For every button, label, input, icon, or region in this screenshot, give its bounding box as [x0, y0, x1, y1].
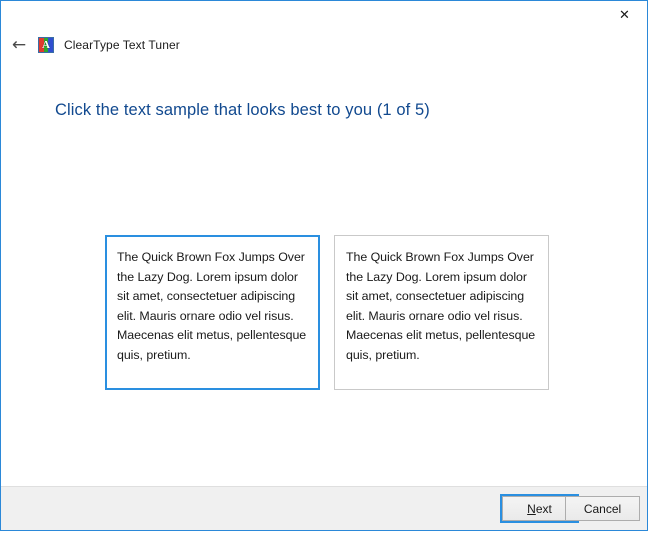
icon-letter: A	[42, 39, 50, 51]
back-button[interactable]: ←	[7, 33, 31, 57]
next-button-label: ext	[535, 501, 552, 516]
cleartype-text-tuner-window: ✕ ← A ClearType Text Tuner Click the tex…	[0, 0, 648, 531]
text-sample-option-2[interactable]: The Quick Brown Fox Jumps Over the Lazy …	[334, 235, 549, 390]
cleartype-icon: A	[38, 37, 54, 53]
footer-bar: Next Cancel	[1, 486, 647, 530]
content-area: Click the text sample that looks best to…	[1, 58, 647, 486]
sample-text-2: The Quick Brown Fox Jumps Over the Lazy …	[346, 250, 536, 362]
close-icon: ✕	[619, 8, 630, 23]
sample-text-1: The Quick Brown Fox Jumps Over the Lazy …	[117, 250, 307, 362]
navigation-bar: ← A ClearType Text Tuner	[1, 32, 647, 58]
app-title: ClearType Text Tuner	[64, 38, 180, 52]
cancel-button-label: Cancel	[583, 501, 622, 516]
back-arrow-icon: ←	[11, 34, 27, 55]
next-button-accelerator: N	[527, 501, 536, 516]
close-button[interactable]: ✕	[602, 1, 647, 30]
text-sample-option-1[interactable]: The Quick Brown Fox Jumps Over the Lazy …	[105, 235, 320, 390]
title-bar: ✕	[1, 1, 647, 32]
page-title: Click the text sample that looks best to…	[55, 101, 430, 119]
cancel-button[interactable]: Cancel	[565, 496, 640, 521]
